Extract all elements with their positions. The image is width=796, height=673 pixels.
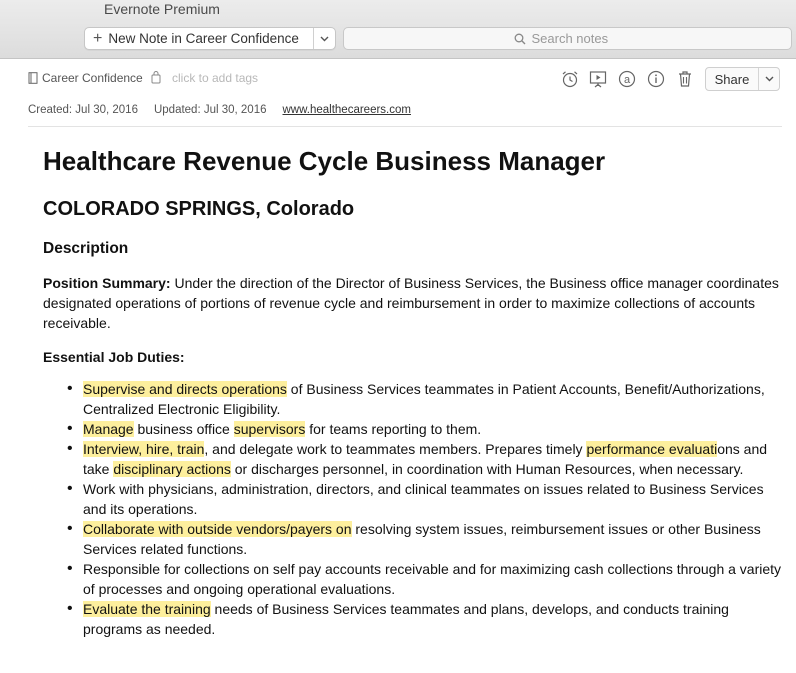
duty-text: business office — [133, 421, 234, 437]
search-field[interactable] — [343, 27, 792, 50]
duties-heading: Essential Job Duties: — [43, 349, 185, 365]
note-meta: Created: Jul 30, 2016 Updated: Jul 30, 2… — [28, 104, 427, 116]
tags-input[interactable]: click to add tags — [172, 71, 258, 85]
trash-icon[interactable] — [675, 69, 695, 89]
updated-date: Updated: Jul 30, 2016 — [153, 104, 267, 116]
duty-list-item: Interview, hire, train, and delegate wor… — [67, 439, 783, 479]
created-date: Created: Jul 30, 2016 — [28, 104, 138, 116]
plus-icon: + — [93, 29, 103, 47]
highlighted-text: performance evaluati — [586, 441, 718, 457]
notebook-icon — [28, 72, 38, 84]
highlighted-text: Manage — [83, 421, 134, 437]
notebook-selector[interactable]: Career Confidence — [28, 71, 143, 85]
chevron-down-icon — [765, 76, 773, 82]
tag-icon — [151, 71, 161, 84]
duty-text: Responsible for collections on self pay … — [83, 561, 782, 597]
presentation-icon[interactable] — [588, 69, 608, 89]
search-input[interactable] — [531, 31, 622, 46]
duty-text: , and delegate work to teammates members… — [204, 441, 587, 457]
source-url-link[interactable]: www.healthecareers.com — [283, 104, 411, 116]
at-icon[interactable]: a — [617, 69, 637, 89]
note-header: Career Confidence click to add tags a Sh… — [0, 60, 796, 100]
duty-text: or discharges personnel, in coordination… — [230, 461, 744, 477]
share-button-group: Share — [705, 67, 780, 91]
summary-label: Position Summary: — [43, 275, 171, 291]
highlighted-text: Interview, hire, train — [83, 441, 205, 457]
position-summary: Position Summary: Under the direction of… — [43, 273, 783, 333]
duty-list-item: Collaborate with outside vendors/payers … — [67, 519, 783, 559]
divider — [28, 126, 782, 127]
duty-text: Work with physicians, administration, di… — [83, 481, 764, 517]
title-toolbar: Evernote Premium + New Note in Career Co… — [0, 0, 796, 59]
chevron-down-icon — [320, 36, 329, 41]
svg-text:a: a — [624, 74, 631, 86]
highlighted-text: Collaborate with outside vendors/payers … — [83, 521, 352, 537]
duty-text: for teams reporting to them. — [305, 421, 482, 437]
new-note-dropdown-button[interactable] — [314, 28, 335, 49]
note-body[interactable]: Healthcare Revenue Cycle Business Manage… — [43, 144, 783, 639]
duty-list-item: Responsible for collections on self pay … — [67, 559, 783, 599]
new-note-label: New Note in Career Confidence — [108, 31, 299, 46]
notebook-name: Career Confidence — [42, 71, 143, 85]
new-note-button[interactable]: + New Note in Career Confidence — [85, 28, 314, 49]
note-title: Healthcare Revenue Cycle Business Manage… — [43, 146, 606, 176]
info-icon[interactable] — [646, 69, 666, 89]
reminder-icon[interactable] — [560, 69, 580, 89]
job-location: COLORADO SPRINGS, Colorado — [43, 198, 355, 220]
duty-list-item: Evaluate the training needs of Business … — [67, 599, 783, 639]
highlighted-text: disciplinary actions — [113, 461, 231, 477]
share-dropdown-button[interactable] — [759, 68, 779, 90]
duty-list-item: Work with physicians, administration, di… — [67, 479, 783, 519]
share-button[interactable]: Share — [706, 68, 759, 90]
app-title: Evernote Premium — [104, 1, 220, 17]
duties-list: Supervise and directs operations of Busi… — [43, 379, 783, 639]
new-note-button-group: + New Note in Career Confidence — [84, 27, 336, 50]
duty-list-item: Supervise and directs operations of Busi… — [67, 379, 783, 419]
highlighted-text: Supervise and directs operations — [83, 381, 287, 397]
duty-list-item: Manage business office supervisors for t… — [67, 419, 783, 439]
highlighted-text: Evaluate the training — [83, 601, 211, 617]
highlighted-text: supervisors — [233, 421, 306, 437]
search-icon — [514, 33, 525, 44]
evernote-window: Evernote Premium + New Note in Career Co… — [0, 0, 796, 673]
section-heading: Description — [43, 240, 129, 257]
